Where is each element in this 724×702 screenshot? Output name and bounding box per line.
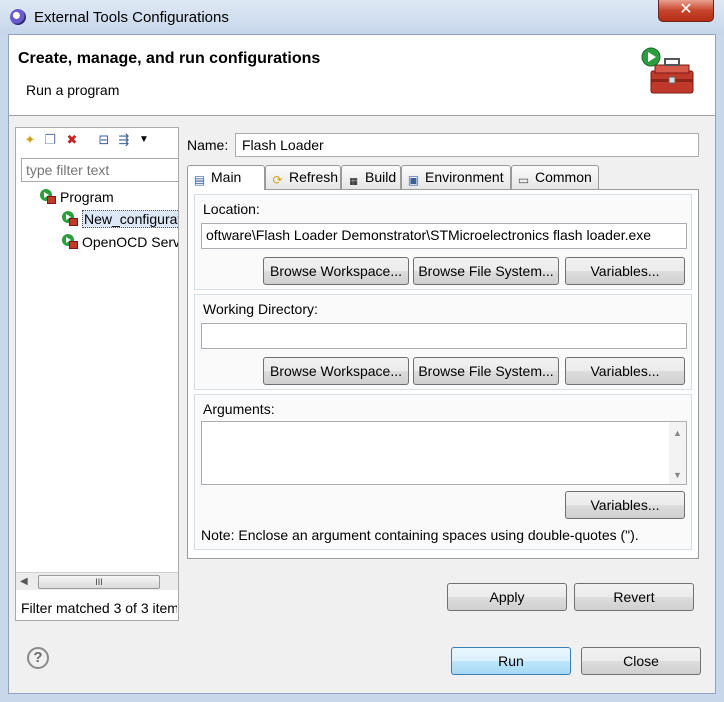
run-button[interactable]: Run (451, 647, 571, 675)
build-icon: ▦ (349, 176, 358, 186)
apply-button[interactable]: Apply (447, 583, 567, 611)
refresh-icon: ⟳ (272, 173, 283, 187)
header-title: Create, manage, and run configurations (18, 50, 321, 67)
configuration-list-pane: ✦ ❐ ✖ ⊟ ⇶ ▼ Program New_configuration Op… (15, 127, 179, 621)
tab-common[interactable]: ▭ Common (511, 165, 599, 189)
list-toolbar: ✦ ❐ ✖ ⊟ ⇶ ▼ (16, 128, 178, 152)
eclipse-icon (10, 9, 26, 25)
location-group: Location: oftware\Flash Loader Demonstra… (194, 194, 692, 290)
working-directory-group: Working Directory: Browse Workspace... B… (194, 294, 692, 390)
arguments-scrollbar[interactable]: ▲ ▼ (669, 422, 686, 484)
tab-main[interactable]: ▤ Main (187, 165, 265, 190)
scrollbar-thumb[interactable]: III (38, 575, 160, 589)
arguments-textarea[interactable]: ▲ ▼ (201, 421, 687, 485)
filter-status: Filter matched 3 of 3 items (21, 600, 177, 616)
common-icon: ▭ (517, 173, 530, 187)
arguments-note: Note: Enclose an argument containing spa… (201, 527, 639, 543)
tree-item-openocd-server[interactable]: OpenOCD Server (62, 232, 178, 252)
working-directory-label: Working Directory: (203, 301, 318, 317)
delete-icon[interactable]: ✖ (64, 132, 80, 148)
collapse-all-icon[interactable]: ⊟ (96, 132, 112, 148)
working-directory-field[interactable] (201, 323, 687, 349)
toolbox-run-icon (641, 47, 694, 94)
filter-input[interactable] (21, 158, 179, 182)
tab-refresh[interactable]: ⟳ Refresh (265, 165, 341, 189)
horizontal-scrollbar[interactable]: ◀ III (16, 572, 178, 590)
location-label: Location: (203, 201, 260, 217)
program-icon (40, 189, 56, 205)
header-subtitle: Run a program (26, 82, 120, 98)
launch-config-icon (62, 211, 78, 227)
location-field[interactable]: oftware\Flash Loader Demonstrator\STMicr… (201, 223, 687, 249)
environment-icon: ▣ (407, 173, 420, 187)
dialog-client: Create, manage, and run configurations R… (8, 34, 716, 694)
scroll-up-icon[interactable]: ▲ (673, 428, 682, 438)
scroll-down-icon[interactable]: ▼ (673, 470, 682, 480)
window-close-button[interactable]: ✕ (658, 0, 714, 22)
location-browse-file-system-button[interactable]: Browse File System... (413, 257, 559, 285)
arguments-group: Arguments: ▲ ▼ Variables... Note: Enclos… (194, 394, 692, 550)
main-tab-panel: Location: oftware\Flash Loader Demonstra… (187, 189, 699, 559)
tree-item-program[interactable]: Program (40, 187, 114, 207)
help-icon[interactable]: ? (27, 647, 49, 669)
tab-build[interactable]: ▦ Build (341, 165, 401, 189)
tab-strip: ▤ Main ⟳ Refresh ▦ Build ▣ Environment ▭ Comm… (187, 165, 699, 190)
new-configuration-icon[interactable]: ✦ (22, 132, 38, 148)
launch-config-icon (62, 234, 78, 250)
filter-icon[interactable]: ⇶ (116, 132, 132, 148)
dialog-header: Create, manage, and run configurations R… (9, 35, 715, 116)
arguments-label: Arguments: (203, 401, 275, 417)
tree-item-new-configuration[interactable]: New_configuration (62, 209, 178, 229)
location-variables-button[interactable]: Variables... (565, 257, 685, 285)
workdir-variables-button[interactable]: Variables... (565, 357, 685, 385)
name-label: Name: (187, 137, 229, 153)
title-bar: External Tools Configurations ✕ (0, 0, 724, 34)
name-input[interactable] (235, 133, 699, 157)
tab-environment[interactable]: ▣ Environment (401, 165, 511, 189)
location-browse-workspace-button[interactable]: Browse Workspace... (263, 257, 409, 285)
revert-button[interactable]: Revert (574, 583, 694, 611)
scroll-left-icon[interactable]: ◀ (20, 576, 28, 587)
workdir-browse-file-system-button[interactable]: Browse File System... (413, 357, 559, 385)
arguments-variables-button[interactable]: Variables... (565, 491, 685, 519)
duplicate-icon[interactable]: ❐ (42, 132, 58, 148)
workdir-browse-workspace-button[interactable]: Browse Workspace... (263, 357, 409, 385)
dropdown-icon[interactable]: ▼ (136, 132, 152, 148)
main-tab-icon: ▤ (193, 173, 206, 187)
close-button[interactable]: Close (581, 647, 701, 675)
window-title: External Tools Configurations (34, 9, 229, 26)
